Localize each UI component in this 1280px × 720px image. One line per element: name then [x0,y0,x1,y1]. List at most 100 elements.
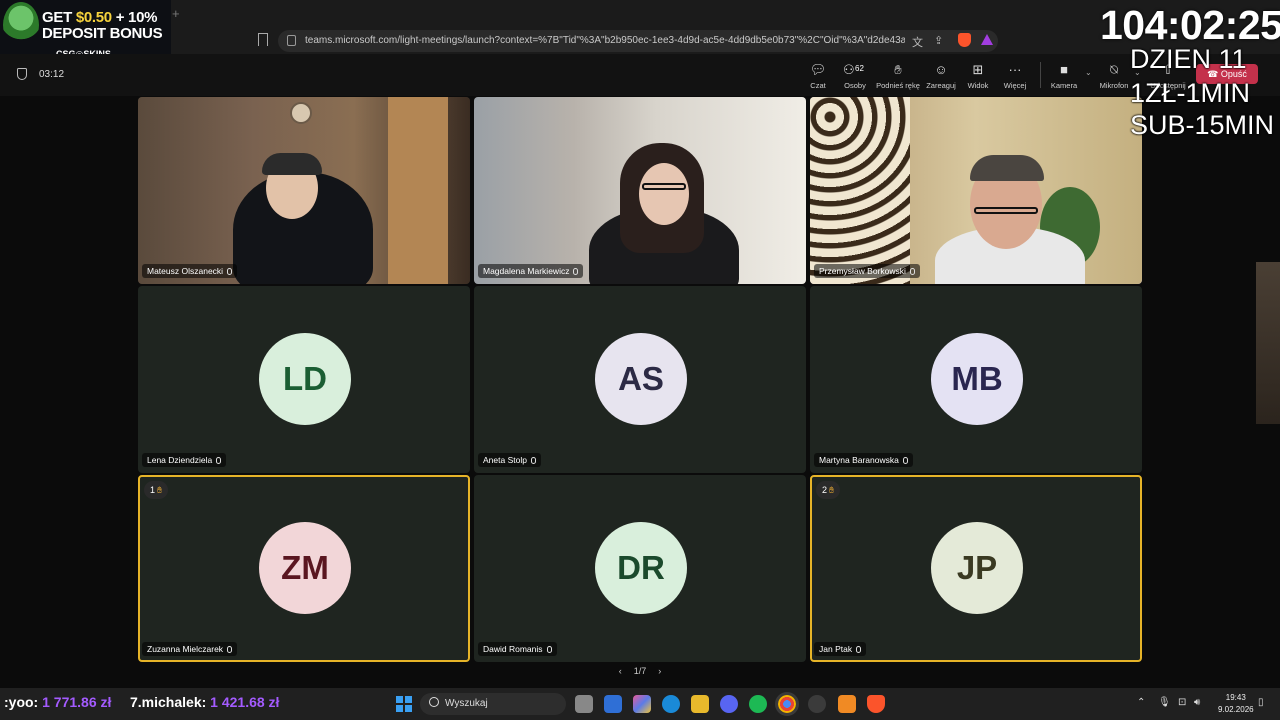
hand-icon: ✋︎ [894,62,902,77]
taskbar-search[interactable]: Wyszukaj [420,693,566,715]
chat-button[interactable]: 💬︎ Czat [806,62,830,92]
discord-icon[interactable] [720,695,738,713]
translate-icon[interactable]: 文 [912,34,923,50]
site-settings-icon[interactable] [287,35,296,46]
obs-icon[interactable] [808,695,826,713]
camera-icon: ■ [1060,62,1068,77]
page-indicator: 1/7 [633,666,647,676]
avatar: AS [595,333,687,425]
participant-name: Dawid Romanis [478,642,557,656]
screen: + teams.microsoft.com/light-meetings/lau… [0,0,1280,720]
brave-shields-icon[interactable] [958,33,971,47]
participant-name: Martyna Baranowska [814,453,913,467]
meeting-info-icon[interactable] [17,68,27,80]
network-icon[interactable]: ⊡ [1178,697,1186,708]
avatar: DR [595,522,687,614]
participant-tile[interactable]: Magdalena Markiewicz [474,97,806,284]
avatar: MB [931,333,1023,425]
mic-muted-icon [856,646,862,653]
avatar: JP [931,522,1023,614]
brave-taskbar-icon[interactable] [867,695,885,713]
participant-tile[interactable]: DR Dawid Romanis [474,475,806,662]
camera-options-chevron-icon[interactable]: ⌄ [1085,68,1092,77]
donation-ticker-2: 7.michalek: 1 421.68 zł [130,694,280,710]
browser-tab-bar: + [0,0,1280,28]
participant-tile[interactable]: 2 ✋︎ JP Jan Ptak [810,475,1142,662]
avatar: LD [259,333,351,425]
new-tab-icon[interactable]: + [172,6,180,21]
participant-name: Zuzanna Mielczarek [142,642,238,656]
taskbar-clock[interactable]: 19:43 9.02.2026 [1218,692,1254,716]
camera-button[interactable]: ■ Kamera [1050,62,1078,92]
more-icon: ··· [1008,62,1022,77]
mic-muted-icon [546,646,552,653]
meeting-timer: 03:12 [39,69,65,80]
participant-name: Mateusz Olszanecki [142,264,238,278]
participant-name: Magdalena Markiewicz [478,264,584,278]
video-feed [474,97,806,284]
store-icon[interactable] [604,695,622,713]
stream-day: DZIEN 11 [1130,44,1247,74]
grid-icon: ⊞ [972,62,984,77]
task-view-icon[interactable] [575,695,593,713]
hand-icon: ✋︎ [829,485,835,495]
next-page-icon[interactable]: › [658,666,661,676]
stream-rate-line: 1ZŁ-1MIN [1130,78,1251,108]
participant-tile[interactable]: Przemysław Borkowski [810,97,1142,284]
spotify-icon[interactable] [749,695,767,713]
file-explorer-icon[interactable] [691,695,709,713]
avatar: ZM [259,522,351,614]
chat-icon: 💬︎ [809,62,827,77]
people-button[interactable]: ⚇ 62 Osoby [841,62,869,92]
participant-tile[interactable]: Mateusz Olszanecki [138,97,470,284]
stream-sub-line: SUB-15MIN [1130,110,1275,140]
participant-tile[interactable]: LD Lena Dziendziela [138,286,470,473]
app-icon[interactable] [838,695,856,713]
url-text[interactable]: teams.microsoft.com/light-meetings/launc… [305,35,905,46]
react-button[interactable]: ☺ Zareaguj [925,62,957,92]
copilot-icon[interactable] [633,695,651,713]
participant-name: Lena Dziendziela [142,453,227,467]
raise-hand-button[interactable]: ✋︎ Podnieś rękę [876,62,920,92]
edge-icon[interactable] [662,695,680,713]
raised-hand-badge: 2 ✋︎ [816,481,841,499]
mic-icon [909,268,915,275]
mascot-icon [3,2,39,48]
prev-page-icon[interactable]: ‹ [619,666,622,676]
promo-banner: GET $0.50 + 10% DEPOSIT BONUS CSG◎SKINS [0,0,171,61]
mic-off-icon: ⍉ [1110,62,1118,77]
tray-chevron-icon[interactable]: ⌃ [1137,697,1145,708]
notifications-icon[interactable]: ▯ [1258,697,1264,708]
side-video-peek [1256,262,1280,424]
promo-line-2: DEPOSIT BONUS [42,25,163,42]
participant-name: Przemysław Borkowski [814,264,920,278]
video-feed [810,97,1142,284]
brave-rewards-icon[interactable] [981,34,993,45]
participant-tile[interactable]: AS Aneta Stolp [474,286,806,473]
mic-button[interactable]: ⍉ Mikrofon [1097,62,1131,92]
participant-tile[interactable]: 1 ✋︎ ZM Zuzanna Mielczarek [138,475,470,662]
video-feed [138,97,470,284]
volume-icon[interactable]: 🔊︎ [1194,697,1200,708]
tray-mic-icon[interactable]: 🎙︎ [1158,697,1171,708]
meeting-stage: Mateusz Olszanecki Magdalena Markiewicz [0,96,1280,688]
browser-address-bar: teams.microsoft.com/light-meetings/launc… [0,28,1280,54]
windows-taskbar: :yoo: 1 771.86 zł 7.michalek: 1 421.68 z… [0,688,1280,720]
url-field[interactable]: teams.microsoft.com/light-meetings/launc… [278,30,998,52]
mic-muted-icon [227,268,233,275]
raised-hand-badge: 1 ✋︎ [144,481,169,499]
windows-start-icon[interactable] [396,696,412,712]
share-icon[interactable]: ⇪ [934,34,943,47]
participant-tile[interactable]: MB Martyna Baranowska [810,286,1142,473]
chrome-icon[interactable] [775,692,799,716]
hand-icon: ✋︎ [157,485,163,495]
search-icon [429,697,439,707]
more-button[interactable]: ··· Więcej [1002,62,1028,92]
mic-muted-icon [530,457,536,464]
bookmark-icon[interactable] [258,33,268,46]
view-button[interactable]: ⊞ Widok [965,62,991,92]
people-count: 62 [855,64,864,73]
mic-icon [573,268,579,275]
stream-timer: 104:02:25 [1100,2,1280,48]
mic-muted-icon [216,457,222,464]
